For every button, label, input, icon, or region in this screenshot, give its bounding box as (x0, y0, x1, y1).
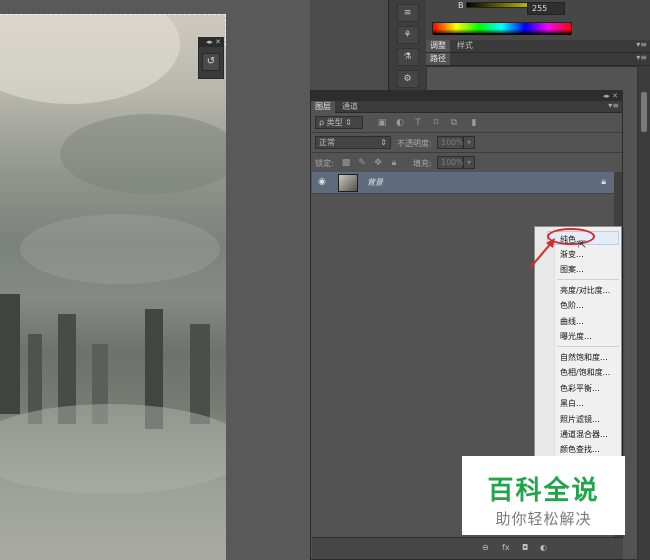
lock-row: 锁定: ▩ ✎ ✥ 🔒︎ 填充: 100% ▾ (311, 153, 622, 173)
menu-item-vibrance[interactable]: 自然饱和度... (560, 352, 608, 363)
adjustment-filter-icon[interactable]: ◐ (395, 118, 405, 128)
opacity-value-text: 100% (441, 138, 464, 147)
layer-thumbnail (338, 174, 358, 192)
lock-pixels-icon[interactable]: ✎ (357, 158, 367, 168)
selection-marquee (0, 14, 226, 46)
menu-item-photo-filter[interactable]: 照片滤镜... (560, 414, 600, 425)
tab-layers[interactable]: 图层 (311, 101, 335, 113)
panel-menu-icon[interactable]: ▾≡ (636, 40, 647, 49)
type-filter-icon[interactable]: T (413, 118, 423, 128)
lock-icon: 🔒︎ (601, 177, 606, 187)
eye-icon[interactable]: ◉ (318, 177, 326, 187)
panel-gap (310, 0, 388, 95)
layers-panel-titlebar[interactable]: ◂▸ ✕ (311, 91, 622, 101)
lock-label: 锁定: (315, 159, 334, 168)
channel-label: B (458, 1, 464, 10)
document-canvas[interactable]: ◂▸ ✕ ↺ (0, 0, 310, 560)
history-icon[interactable]: ↺ (202, 53, 220, 71)
tab-channels[interactable]: 通道 (338, 101, 362, 113)
menu-item-exposure[interactable]: 曝光度... (560, 331, 592, 342)
opacity-input[interactable]: 100% (437, 136, 464, 149)
layer-name[interactable]: 背景 (367, 177, 383, 188)
color-panel: B 255 (426, 0, 650, 40)
pixel-filter-icon[interactable]: ▣ (377, 118, 387, 128)
layers-bottom-bar: ⊖ fx ◘ ◐ (312, 537, 623, 559)
blue-channel-value[interactable]: 255 (527, 2, 565, 15)
blend-mode-select[interactable]: 正常 ⇕ (315, 136, 391, 149)
watermark: 百科全说 助你轻松解决 (462, 456, 625, 535)
fill-dropdown[interactable]: ▾ (463, 156, 475, 169)
lock-all-icon[interactable]: 🔒︎ (389, 158, 399, 168)
layer-row-background[interactable]: ◉ 背景 🔒︎ (312, 172, 614, 194)
menu-item-pattern[interactable]: 图案... (560, 264, 584, 275)
menu-item-black-white[interactable]: 黑白... (560, 398, 584, 409)
watermark-subtitle: 助你轻松解决 (495, 510, 592, 528)
filter-kind-select[interactable]: ρ 类型 ⇕ (315, 116, 363, 129)
dock-scrollbar[interactable] (638, 66, 650, 560)
color-spectrum[interactable] (432, 22, 572, 35)
gear-icon[interactable]: ⚙ (396, 70, 419, 88)
mask-icon[interactable]: ◘ (522, 543, 528, 552)
menu-item-hue-saturation[interactable]: 色相/饱和度... (560, 367, 610, 378)
menu-item-color-lookup[interactable]: 颜色查找... (560, 444, 600, 455)
menu-separator (557, 279, 619, 280)
filter-toggle-icon[interactable]: ▮ (469, 118, 479, 128)
dock-scroll-thumb[interactable] (641, 92, 647, 132)
history-mini-panel[interactable]: ◂▸ ✕ ↺ (198, 37, 224, 79)
lock-position-icon[interactable]: ✥ (373, 158, 383, 168)
tab-styles[interactable]: 样式 (453, 40, 477, 52)
tab-paths[interactable]: 路径 (426, 53, 450, 65)
opacity-label: 不透明度: (397, 139, 432, 148)
fill-input[interactable]: 100% (437, 156, 464, 169)
tab-adjustments[interactable]: 调整 (426, 40, 450, 52)
adjustment-icon[interactable]: ◐ (540, 543, 547, 552)
link-icon[interactable]: ⊖ (482, 543, 489, 552)
menu-item-curves[interactable]: 曲线... (560, 316, 584, 327)
fill-value-text: 100% (441, 158, 464, 167)
adjust-tabbar: 调整 样式 ▾≡ (426, 40, 650, 53)
blend-row: 正常 ⇕ 不透明度: 100% ▾ (311, 133, 622, 153)
clone-source-icon[interactable]: ⚘ (396, 26, 419, 44)
opacity-dropdown[interactable]: ▾ (463, 136, 475, 149)
brush-settings-icon[interactable]: ≡ (396, 4, 419, 22)
annotation-arrow (529, 238, 555, 269)
collapse-icon[interactable]: ◂▸ ✕ (199, 38, 223, 47)
mouse-cursor-icon: ⇱ (578, 240, 587, 251)
fx-icon[interactable]: fx (502, 543, 510, 552)
blue-value-text: 255 (532, 4, 548, 13)
menu-item-color-balance[interactable]: 色彩平衡... (560, 383, 600, 394)
layer-filter-row: ρ 类型 ⇕ ▣ ◐ T ⌑ ⧉ ▮ (311, 113, 622, 133)
lock-transparent-icon[interactable]: ▩ (341, 158, 351, 168)
blend-mode-text: 正常 (319, 138, 335, 147)
menu-item-levels[interactable]: 色阶... (560, 300, 584, 311)
shape-filter-icon[interactable]: ⌑ (431, 118, 441, 128)
filter-kind-text: ρ 类型 (319, 118, 343, 127)
menu-separator (557, 346, 619, 347)
foggy-city-photo (0, 14, 226, 560)
menu-item-brightness-contrast[interactable]: 亮度/对比度... (560, 285, 610, 296)
paths-menu-icon[interactable]: ▾≡ (636, 53, 647, 62)
paths-tabbar: 路径 ▾≡ (426, 53, 650, 66)
watermark-title: 百科全说 (487, 476, 600, 506)
smart-object-filter-icon[interactable]: ⧉ (449, 118, 459, 128)
fill-label: 填充: (413, 159, 432, 168)
layers-menu-icon[interactable]: ▾≡ (608, 101, 619, 110)
tool-presets-icon[interactable]: ⚗ (396, 48, 419, 66)
layers-tabbar: 图层 通道 ▾≡ (311, 101, 622, 113)
menu-item-channel-mixer[interactable]: 通道混合器... (560, 429, 608, 440)
